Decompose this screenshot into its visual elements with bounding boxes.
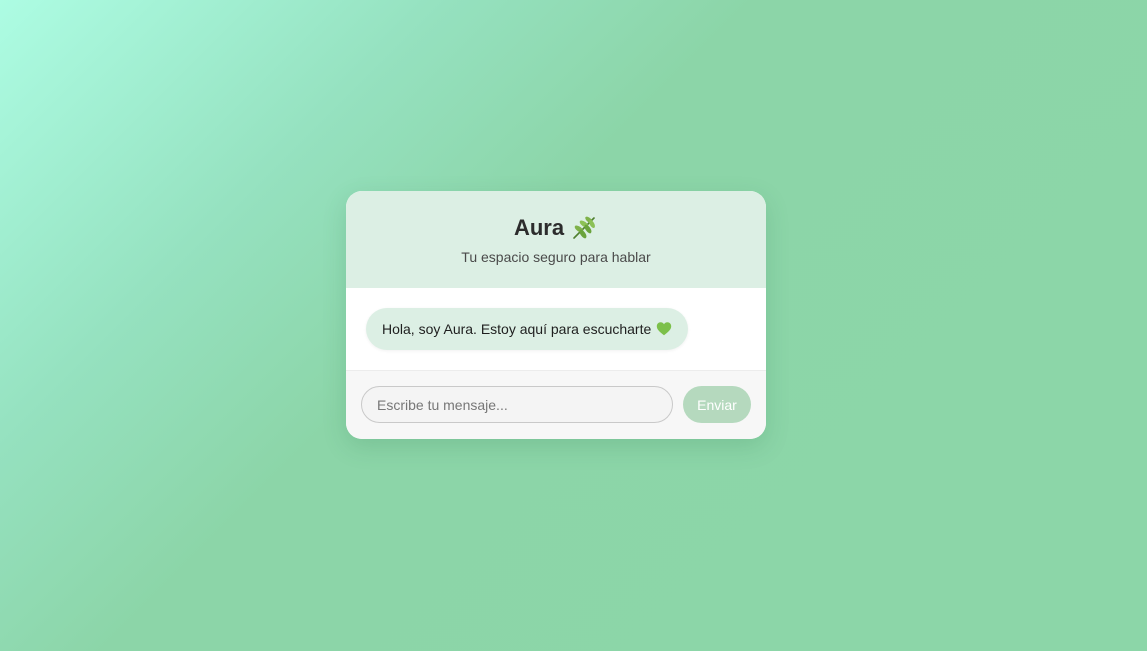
bot-message-bubble: Hola, soy Aura. Estoy aquí para escuchar…: [366, 308, 689, 350]
chat-header: Aura Tu espacio seguro para hablar: [346, 191, 766, 288]
message-input[interactable]: [361, 386, 673, 423]
page-title: Aura: [513, 215, 565, 240]
green-heart-icon: [656, 321, 672, 337]
chat-card: Aura Tu espacio seguro para hablar Hola,…: [346, 191, 766, 439]
message-list: Hola, soy Aura. Estoy aquí para escuchar…: [346, 288, 766, 371]
composer: Enviar: [346, 371, 766, 439]
leaf-icon: [570, 214, 598, 242]
title-row: Aura: [346, 214, 766, 242]
send-button[interactable]: Enviar: [683, 386, 751, 423]
page-subtitle: Tu espacio seguro para hablar: [461, 249, 651, 265]
message-text: Hola, soy Aura. Estoy aquí para escuchar…: [382, 321, 652, 337]
